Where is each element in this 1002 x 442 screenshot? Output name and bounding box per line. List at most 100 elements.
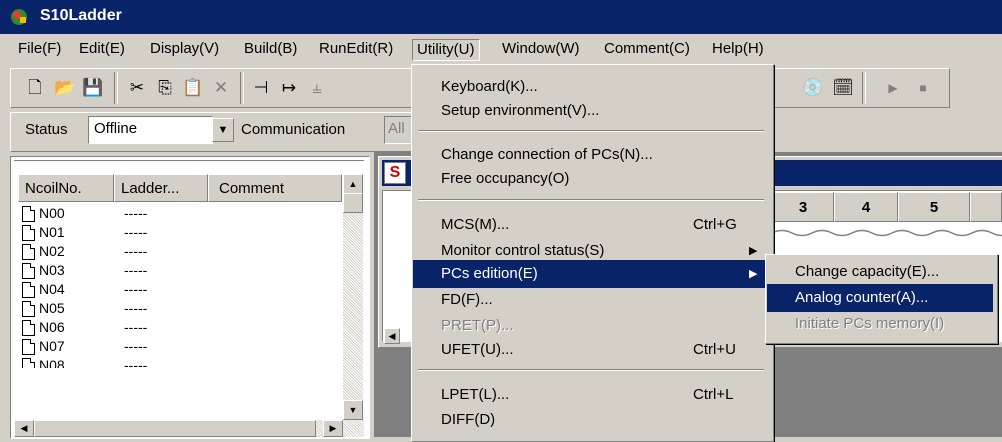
menu-separator (418, 130, 764, 132)
calendar-icon[interactable]: 🗓 (830, 75, 856, 101)
list-item[interactable]: N06 ----- (22, 318, 332, 337)
scroll-up-icon[interactable]: ▲ (343, 174, 363, 194)
document-icon (22, 225, 35, 241)
column-header-4[interactable]: 4 (834, 192, 898, 222)
panel-divider (14, 160, 364, 166)
monitor-icon[interactable]: 💿 (800, 75, 826, 101)
menu-analog-counter[interactable]: Analog counter(A)... (767, 284, 993, 312)
coil-name: N05 (39, 300, 65, 316)
menu-pcs-edition[interactable]: PCs edition(E) ▶ (413, 260, 769, 288)
header-comment[interactable]: Comment (208, 174, 342, 202)
coil-name: N03 (39, 262, 65, 278)
menu-help[interactable]: Help(H) (708, 39, 768, 59)
menu-setup-environment[interactable]: Setup environment(V)... (413, 97, 769, 125)
communication-select[interactable]: All (384, 116, 412, 144)
list-item[interactable]: N08 ----- (22, 356, 332, 368)
list-item[interactable]: N01 ----- (22, 223, 332, 242)
list-item[interactable]: N02 ----- (22, 242, 332, 261)
insert-branch-icon[interactable]: ⫨ (304, 75, 330, 101)
communication-label: Communication (241, 121, 346, 138)
coil-name: N04 (39, 281, 65, 297)
ladder-value: ----- (124, 338, 148, 354)
ladder-value: ----- (124, 224, 148, 240)
menu-diff[interactable]: DIFF(D) (413, 406, 769, 434)
scroll-right-icon[interactable]: ▶ (323, 420, 343, 437)
menu-utility[interactable]: Utility(U) (412, 39, 480, 61)
submenu-arrow-icon: ▶ (749, 268, 758, 280)
menu-build[interactable]: Build(B) (240, 39, 301, 59)
open-folder-icon[interactable]: 📂 (52, 75, 78, 101)
list-item[interactable]: N05 ----- (22, 299, 332, 318)
status-select[interactable]: Offline (88, 116, 213, 144)
ladder-value: ----- (124, 262, 148, 278)
menu-separator (418, 199, 764, 201)
ladder-wavy-line (772, 229, 1002, 237)
coil-name: N06 (39, 319, 65, 335)
paste-icon[interactable]: 📋 (180, 75, 206, 101)
menu-edit[interactable]: Edit(E) (75, 39, 129, 59)
toolbar-separator (240, 72, 244, 104)
list-item[interactable]: N03 ----- (22, 261, 332, 280)
stop-icon[interactable]: ■ (910, 75, 936, 101)
menu-mcs[interactable]: MCS(M)... Ctrl+G (413, 211, 769, 239)
menu-display[interactable]: Display(V) (146, 39, 223, 59)
coil-name: N01 (39, 224, 65, 240)
menu-runedit[interactable]: RunEdit(R) (315, 39, 397, 59)
document-icon (22, 282, 35, 298)
document-icon (22, 206, 35, 222)
run-icon[interactable]: ▶ (880, 75, 906, 101)
toolbar-separator (862, 72, 866, 104)
coil-name: N00 (39, 205, 65, 221)
header-ncoilno[interactable]: NcoilNo. (18, 174, 114, 202)
ladder-value: ----- (124, 243, 148, 259)
menu-comment[interactable]: Comment(C) (600, 39, 694, 59)
menu-bar: File(F) Edit(E) Display(V) Build(B) RunE… (0, 34, 1002, 64)
scroll-down-icon[interactable]: ▼ (343, 400, 363, 420)
ladder-value: ----- (124, 205, 148, 221)
chevron-down-icon[interactable]: ▼ (212, 118, 234, 142)
hscroll-thumb[interactable] (34, 420, 316, 437)
ladder-value: ----- (124, 281, 148, 297)
coil-name: N02 (39, 243, 65, 259)
menu-window[interactable]: Window(W) (498, 39, 584, 59)
utility-menu: Keyboard(K)... Setup environment(V)... C… (411, 64, 774, 442)
column-header-5[interactable]: 5 (898, 192, 970, 222)
column-header-6[interactable] (970, 192, 1002, 222)
menu-change-capacity[interactable]: Change capacity(E)... (767, 258, 993, 286)
ladder-value: ----- (124, 319, 148, 335)
ladder-value: ----- (124, 357, 148, 368)
copy-icon[interactable]: ⎘ (152, 75, 178, 101)
insert-coil-icon[interactable]: ↦ (276, 75, 302, 101)
scroll-left-icon[interactable]: ◀ (14, 420, 34, 437)
delete-icon[interactable]: ✕ (208, 75, 234, 101)
document-icon (22, 339, 35, 355)
column-header-3[interactable]: 3 (772, 192, 834, 222)
scroll-thumb[interactable] (343, 193, 363, 213)
menu-ufet[interactable]: UFET(U)... Ctrl+U (413, 336, 769, 364)
menu-file[interactable]: File(F) (14, 39, 65, 59)
save-icon[interactable]: 💾 (80, 75, 106, 101)
document-icon (22, 358, 35, 368)
document-icon (22, 301, 35, 317)
list-item[interactable]: N07 ----- (22, 337, 332, 356)
menu-separator (418, 369, 764, 371)
insert-contact-icon[interactable]: ⊣ (248, 75, 274, 101)
window-title: S10Ladder (40, 7, 122, 24)
menu-lpet[interactable]: LPET(L)... Ctrl+L (413, 381, 769, 409)
document-icon (22, 320, 35, 336)
new-file-icon[interactable]: 🗋 (22, 75, 48, 101)
list-item[interactable]: N00 ----- (22, 204, 332, 223)
menu-fd[interactable]: FD(F)... (413, 286, 769, 314)
communication-value: All (388, 120, 405, 137)
coil-name: N08 (39, 357, 65, 368)
ladder-value: ----- (124, 300, 148, 316)
list-item[interactable]: N04 ----- (22, 280, 332, 299)
cut-icon[interactable]: ✂ (124, 75, 150, 101)
status-value: Offline (94, 120, 138, 137)
pcs-edition-submenu: Change capacity(E)... Analog counter(A).… (765, 254, 998, 344)
document-icon (22, 244, 35, 260)
title-bar[interactable]: S10Ladder (0, 0, 1002, 34)
menu-free-occupancy[interactable]: Free occupancy(O) (413, 165, 769, 193)
child-scroll-left-icon[interactable]: ◀ (384, 328, 400, 344)
header-ladder[interactable]: Ladder... (114, 174, 208, 202)
